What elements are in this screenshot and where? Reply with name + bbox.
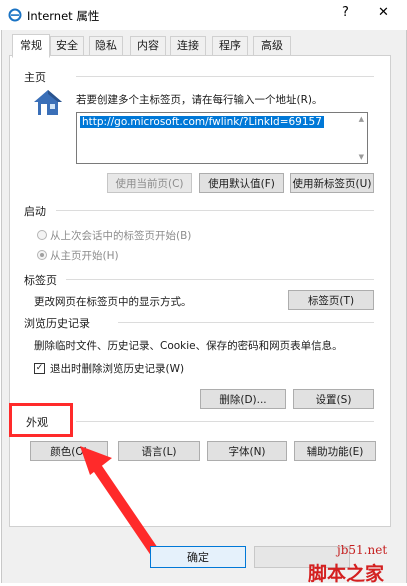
watermark-brand: 脚本之家 <box>308 563 385 585</box>
tabs-section-divider <box>66 279 374 280</box>
history-description: 删除临时文件、历史记录、Cookie、保存的密码和网页表单信息。 <box>34 340 343 352</box>
startup-section-divider <box>56 210 374 211</box>
home-section-divider <box>76 76 374 77</box>
appearance-section-divider <box>76 421 374 422</box>
tab-connections[interactable]: 连接 <box>170 36 206 56</box>
title-bar: Internet 属性 ? ✕ <box>0 0 407 30</box>
tab-general[interactable]: 常规 <box>12 34 50 58</box>
use-current-page-button[interactable]: 使用当前页(C) <box>107 173 192 193</box>
radio-home-page-label: 从主页开始(H) <box>50 250 119 262</box>
tab-privacy[interactable]: 隐私 <box>89 36 123 56</box>
radio-last-session[interactable] <box>37 230 47 240</box>
accessibility-button[interactable]: 辅助功能(E) <box>294 441 376 461</box>
close-button[interactable]: ✕ <box>378 5 389 20</box>
delete-history-checkbox-label: 退出时删除浏览历史记录(W) <box>50 363 185 375</box>
ok-button[interactable]: 确定 <box>150 546 246 568</box>
tab-security[interactable]: 安全 <box>50 36 84 56</box>
radio-home-page[interactable] <box>37 250 47 260</box>
annotation-highlight-box <box>9 403 73 437</box>
colors-button[interactable]: 颜色(O) <box>30 441 108 461</box>
watermark-site: jb51.net <box>337 543 388 557</box>
tabs-description: 更改网页在标签页中的显示方式。 <box>34 296 192 308</box>
delete-history-checkbox[interactable]: ✓ <box>34 363 45 374</box>
languages-button[interactable]: 语言(L) <box>118 441 200 461</box>
tab-advanced[interactable]: 高级 <box>253 36 291 56</box>
home-instruction: 若要创建多个主标签页，请在每行输入一个地址(R)。 <box>76 94 323 106</box>
window-title: Internet 属性 <box>27 9 100 23</box>
scroll-down-icon[interactable]: ▼ <box>359 153 364 161</box>
home-url-value: http://go.microsoft.com/fwlink/?LinkId=6… <box>80 116 324 128</box>
history-settings-button[interactable]: 设置(S) <box>293 389 374 409</box>
fonts-button[interactable]: 字体(N) <box>207 441 287 461</box>
radio-last-session-label: 从上次会话中的标签页开始(B) <box>50 230 192 242</box>
internet-explorer-icon <box>8 8 22 22</box>
use-new-tab-button[interactable]: 使用新标签页(U) <box>290 173 374 193</box>
tabs-section-title: 标签页 <box>24 274 57 287</box>
history-section-divider <box>118 322 374 323</box>
home-url-textarea[interactable]: http://go.microsoft.com/fwlink/?LinkId=6… <box>76 112 368 164</box>
delete-history-button[interactable]: 删除(D)... <box>200 389 286 409</box>
radio-selected-dot <box>40 253 44 257</box>
house-icon <box>34 90 62 115</box>
home-section-title: 主页 <box>24 71 46 84</box>
help-button[interactable]: ? <box>342 5 349 20</box>
history-section-title: 浏览历史记录 <box>24 317 90 330</box>
use-default-button[interactable]: 使用默认值(F) <box>199 173 284 193</box>
tab-content[interactable]: 内容 <box>130 36 166 56</box>
startup-section-title: 启动 <box>24 205 46 218</box>
tabs-settings-button[interactable]: 标签页(T) <box>288 290 374 310</box>
scroll-up-icon[interactable]: ▲ <box>359 115 364 123</box>
tab-programs[interactable]: 程序 <box>212 36 248 56</box>
